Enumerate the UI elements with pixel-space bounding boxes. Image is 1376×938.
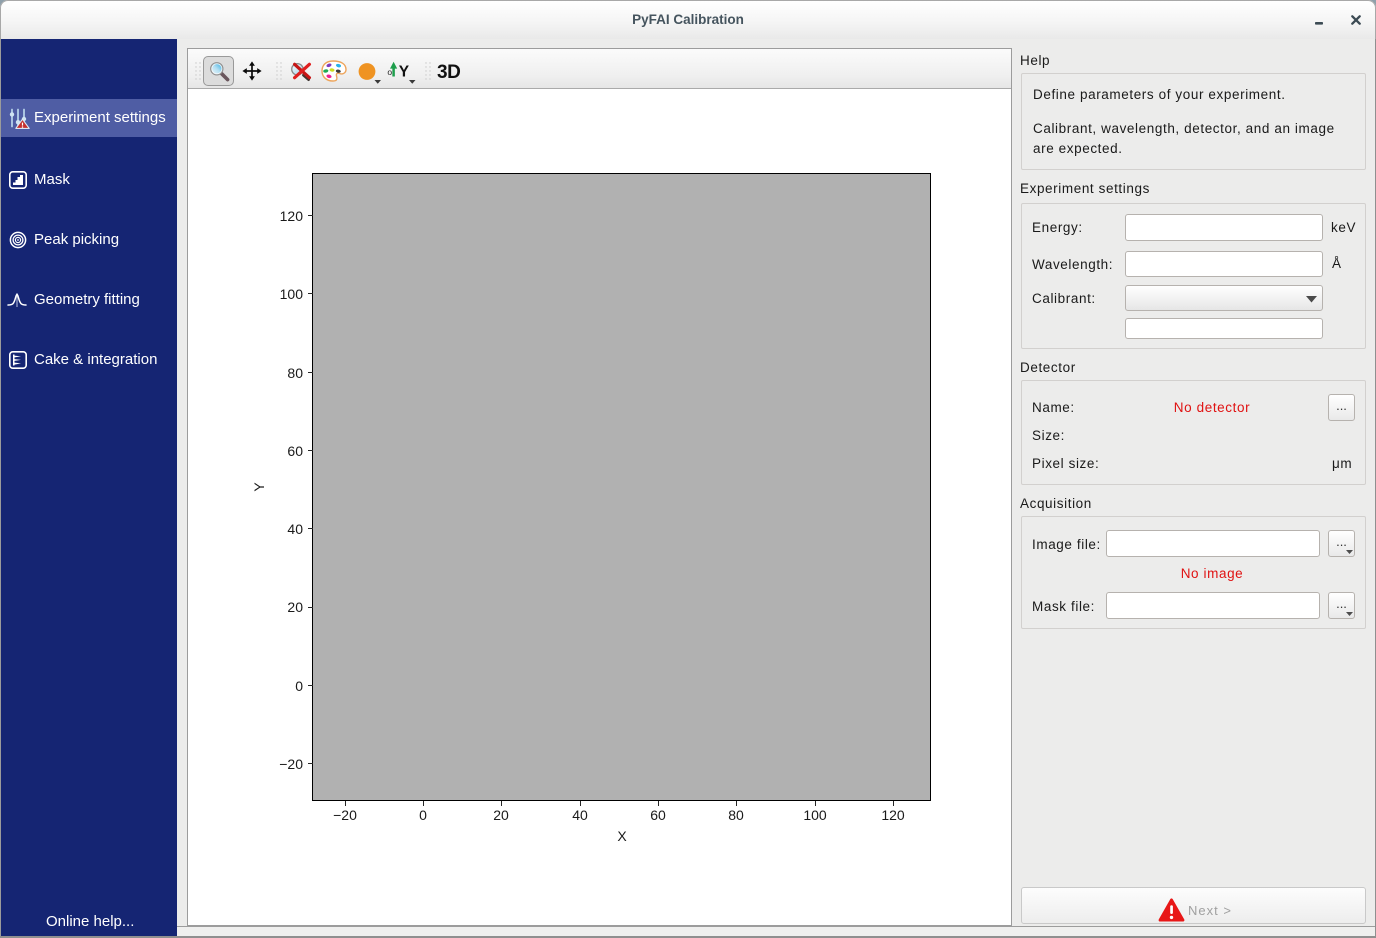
svg-text:o: o bbox=[387, 67, 392, 77]
svg-text:Y: Y bbox=[399, 64, 410, 81]
